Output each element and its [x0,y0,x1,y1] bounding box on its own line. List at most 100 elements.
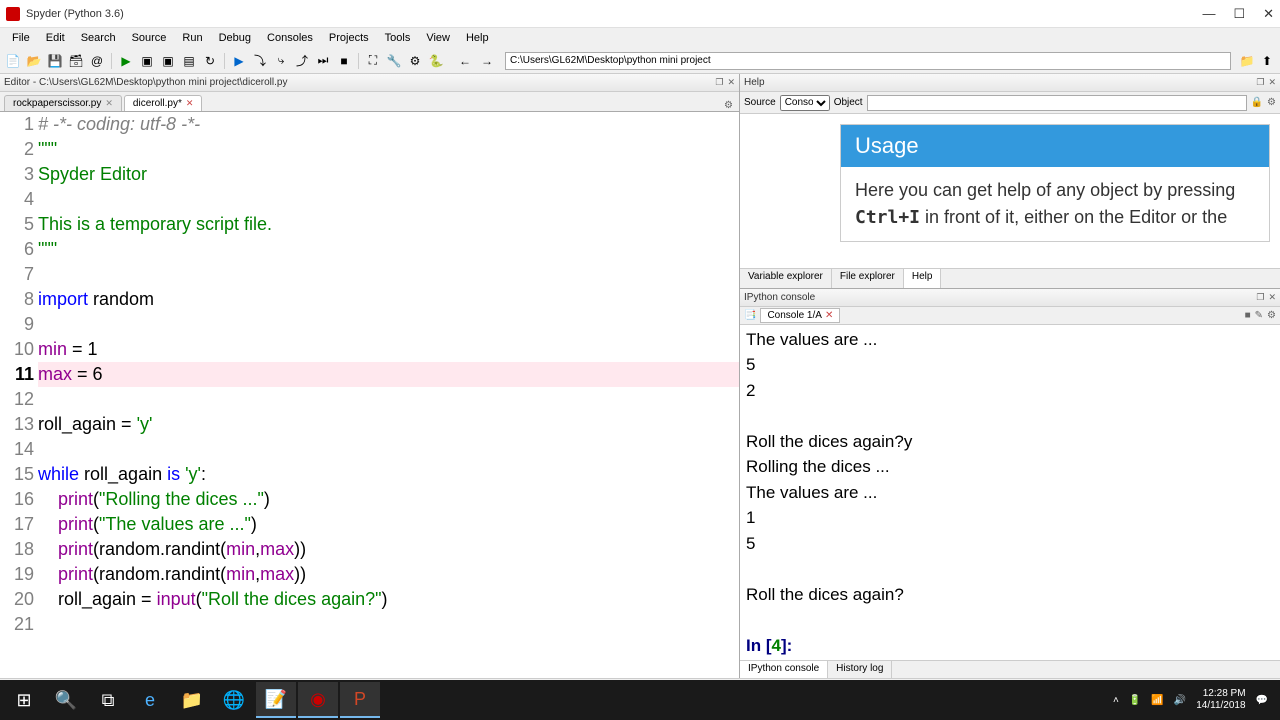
close-panel-icon[interactable]: ✕ [1268,77,1276,88]
usage-text: Here you can get help of any object by p… [841,167,1269,241]
run-cell-icon[interactable]: ▣ [138,52,156,70]
console-bottom-tabs: IPython consoleHistory log [740,660,1280,678]
editor-body[interactable]: 123456789101112131415161718192021 # -*- … [0,112,739,678]
back-icon[interactable]: ← [456,52,474,70]
task-view-button[interactable]: ⧉ [88,682,128,718]
tray-volume-icon[interactable]: 🔊 [1174,695,1186,706]
console-body[interactable]: The values are ...52 Roll the dices agai… [740,325,1280,661]
menu-help[interactable]: Help [458,30,497,46]
tray-clock[interactable]: 12:28 PM 14/11/2018 [1196,688,1245,712]
close-tab-icon[interactable]: ✕ [186,98,194,109]
object-label: Object [834,97,863,108]
run-selection-icon[interactable]: ▤ [180,52,198,70]
undock-icon[interactable]: ❐ [1256,292,1264,303]
save-all-icon[interactable]: 🗃 [67,52,85,70]
search-button[interactable]: 🔍 [46,682,86,718]
editor-tab[interactable]: rockpaperscissor.py✕ [4,95,122,111]
undock-icon[interactable]: ❐ [715,77,723,88]
close-panel-icon[interactable]: ✕ [727,77,735,88]
close-tab-icon[interactable]: ✕ [825,310,833,321]
max-pane-icon[interactable]: ⛶ [364,52,382,70]
debug-icon[interactable]: ▶ [230,52,248,70]
close-panel-icon[interactable]: ✕ [1268,292,1276,303]
notepad-icon[interactable]: 📝 [256,682,296,718]
run-cell-advance-icon[interactable]: ▣ [159,52,177,70]
console-tab[interactable]: Console 1/A ✕ [760,308,840,323]
step-into-icon[interactable]: ⤷ [272,52,290,70]
start-button[interactable]: ⊞ [4,682,44,718]
menu-run[interactable]: Run [174,30,210,46]
edge-icon[interactable]: e [130,682,170,718]
clear-icon[interactable]: ✎ [1255,310,1263,321]
browse-dir-icon[interactable]: 📁 [1238,52,1256,70]
separator [358,53,359,69]
menu-debug[interactable]: Debug [211,30,259,46]
lock-icon[interactable]: 🔒 [1251,97,1263,108]
separator [111,53,112,69]
help-tab-help[interactable]: Help [904,269,942,288]
tray-chevron-icon[interactable]: ˄ [1113,695,1119,706]
tray-wifi-icon[interactable]: 📶 [1151,695,1163,706]
explorer-icon[interactable]: 📁 [172,682,212,718]
gear-icon[interactable]: ⚙ [1267,97,1276,108]
source-select[interactable]: Console [780,95,830,111]
menu-search[interactable]: Search [73,30,124,46]
help-tab-file-explorer[interactable]: File explorer [832,269,904,288]
step-over-icon[interactable]: ⤵ [251,52,269,70]
app-icon [6,7,20,21]
spyder-taskbar-icon[interactable]: ◉ [298,682,338,718]
undock-icon[interactable]: ❐ [1256,77,1264,88]
options-icon[interactable]: ⚙ [1267,310,1276,321]
minimize-button[interactable]: — [1202,6,1215,22]
menu-edit[interactable]: Edit [38,30,73,46]
source-label: Source [744,97,776,108]
step-out-icon[interactable]: ⤴ [293,52,311,70]
system-tray[interactable]: ˄ 🔋 📶 🔊 12:28 PM 14/11/2018 💬 [1113,688,1276,712]
menu-tools[interactable]: Tools [377,30,419,46]
help-tab-variable-explorer[interactable]: Variable explorer [740,269,832,288]
prefs-icon[interactable]: ⚙ [406,52,424,70]
menu-file[interactable]: File [4,30,38,46]
tray-notifications-icon[interactable]: 💬 [1256,695,1268,706]
toolbar: 📄 📂 💾 🗃 @ ▶ ▣ ▣ ▤ ↻ ▶ ⤵ ⤷ ⤴ ⏭ ■ ⛶ 🔧 ⚙ 🐍 … [0,48,1280,74]
maximize-button[interactable]: ☐ [1233,6,1245,22]
tool-at-icon[interactable]: @ [88,52,106,70]
editor-tab-bar: rockpaperscissor.py✕diceroll.py*✕ ⚙ [0,92,739,112]
new-file-icon[interactable]: 📄 [4,52,22,70]
menu-projects[interactable]: Projects [321,30,377,46]
chrome-icon[interactable]: 🌐 [214,682,254,718]
menu-source[interactable]: Source [124,30,175,46]
save-icon[interactable]: 💾 [46,52,64,70]
rerun-icon[interactable]: ↻ [201,52,219,70]
object-input[interactable] [867,95,1247,111]
usage-title: Usage [841,125,1269,167]
stop-debug-icon[interactable]: ■ [335,52,353,70]
run-icon[interactable]: ▶ [117,52,135,70]
console-header: IPython console ❐ ✕ [740,289,1280,307]
working-dir-input[interactable] [505,52,1231,70]
help-content: Usage Here you can get help of any objec… [740,114,1280,268]
tray-battery-icon[interactable]: 🔋 [1129,695,1141,706]
continue-icon[interactable]: ⏭ [314,52,332,70]
help-header: Help ❐ ✕ [740,74,1280,92]
build-icon[interactable]: 🔧 [385,52,403,70]
browse-tabs-icon[interactable]: 📑 [744,310,756,321]
editor-tab[interactable]: diceroll.py*✕ [124,95,202,111]
menu-consoles[interactable]: Consoles [259,30,321,46]
parent-dir-icon[interactable]: ⬆ [1258,52,1276,70]
editor-header: Editor - C:\Users\GL62M\Desktop\python m… [0,74,739,92]
open-file-icon[interactable]: 📂 [25,52,43,70]
help-header-title: Help [744,77,765,88]
menu-view[interactable]: View [418,30,458,46]
close-tab-icon[interactable]: ✕ [105,98,113,109]
console-bottom-tab[interactable]: IPython console [740,661,828,678]
titlebar: Spyder (Python 3.6) — ☐ ✕ [0,0,1280,28]
powerpoint-icon[interactable]: P [340,682,380,718]
close-button[interactable]: ✕ [1263,6,1274,22]
tab-options-icon[interactable]: ⚙ [724,100,739,111]
console-tabs: 📑 Console 1/A ✕ ■ ✎ ⚙ [740,307,1280,325]
python-path-icon[interactable]: 🐍 [427,52,445,70]
console-bottom-tab[interactable]: History log [828,661,892,678]
forward-icon[interactable]: → [478,52,496,70]
stop-icon[interactable]: ■ [1245,310,1251,321]
